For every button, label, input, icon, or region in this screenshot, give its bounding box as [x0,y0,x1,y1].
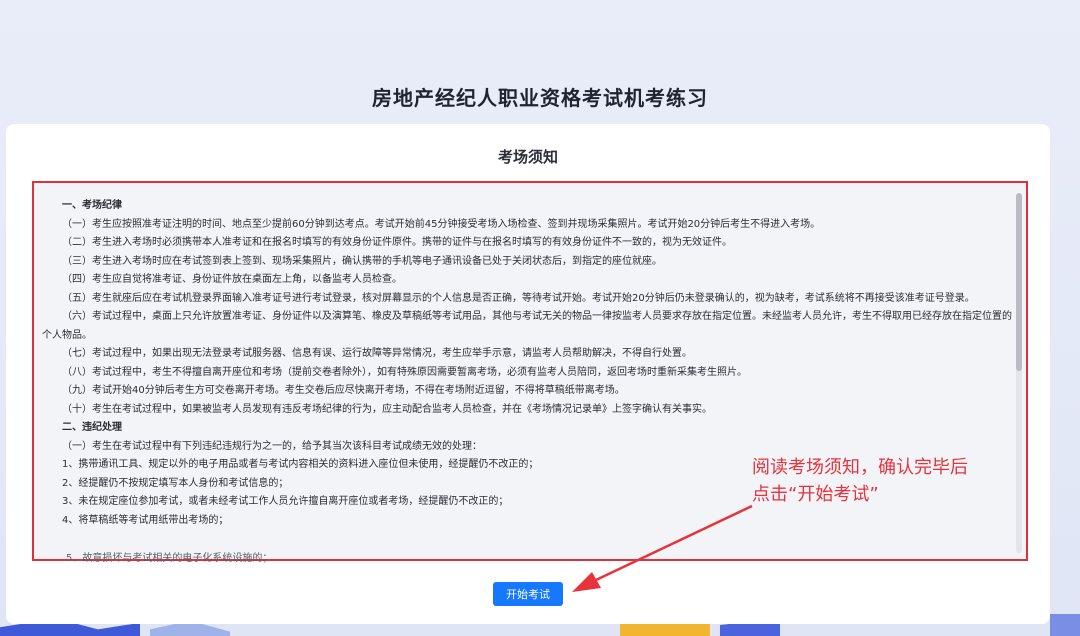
annotation-line: 阅读考场须知，确认完毕后 [752,457,968,478]
annotation-callout: 阅读考场须知，确认完毕后 点击“开始考试” [752,454,1052,508]
annotation-line: 点击“开始考试” [752,484,879,505]
annotation-arrow-icon [572,504,753,592]
